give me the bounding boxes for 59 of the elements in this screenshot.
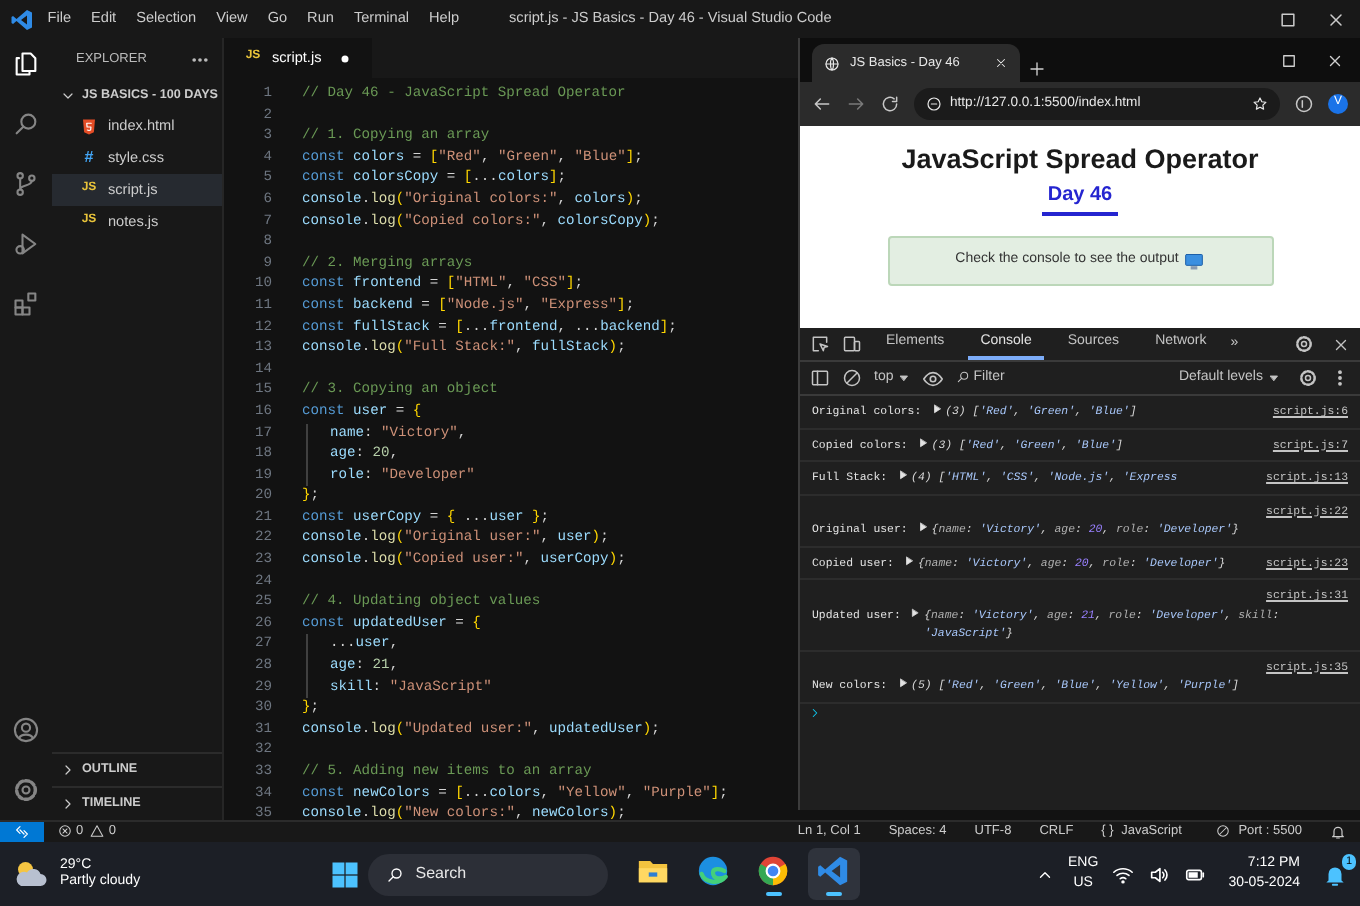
start-icon[interactable] — [329, 859, 360, 889]
error-icon — [58, 824, 72, 839]
expand-triangle-icon[interactable] — [910, 607, 921, 617]
filter-search-icon[interactable] — [955, 370, 970, 385]
expand-triangle-icon[interactable] — [917, 437, 928, 447]
page-subheading: Day 46 — [1041, 184, 1119, 217]
browser-icon — [696, 853, 731, 887]
extension-icon[interactable] — [1294, 94, 1314, 114]
search-field[interactable]: Search — [415, 864, 590, 884]
caret-icon — [897, 371, 910, 384]
css-file-icon: # — [80, 148, 98, 168]
sidebar-icon[interactable] — [810, 368, 830, 388]
caret-icon — [1267, 371, 1279, 384]
expand-triangle-icon[interactable] — [903, 555, 914, 565]
page-heading: JavaScript Spread Operator — [901, 144, 1259, 177]
bell-icon[interactable] — [1322, 861, 1348, 887]
site-info-icon — [926, 96, 942, 112]
monitor-icon — [1184, 251, 1205, 272]
settings-icon[interactable] — [12, 776, 40, 804]
html-file-icon — [80, 117, 98, 135]
expand-triangle-icon[interactable] — [931, 404, 942, 414]
remote-button[interactable] — [0, 822, 44, 842]
code-editor-icon — [816, 853, 851, 887]
wifi-icon[interactable] — [1112, 863, 1135, 885]
weather-icon — [12, 856, 48, 892]
search-icon[interactable] — [385, 865, 404, 883]
app-logo-icon — [10, 7, 34, 31]
eye-icon[interactable] — [921, 367, 944, 389]
unsaved-dot-icon[interactable] — [338, 51, 353, 65]
taskbar-app-button[interactable] — [807, 848, 860, 900]
close-icon[interactable] — [1326, 9, 1346, 29]
globe-icon — [824, 55, 840, 71]
reload-icon[interactable] — [880, 94, 900, 114]
device-icon[interactable] — [842, 334, 862, 354]
run-debug-icon[interactable] — [12, 230, 40, 258]
remote-icon — [14, 824, 30, 840]
prompt-chevron-icon — [807, 706, 821, 721]
back-icon[interactable] — [812, 94, 832, 114]
warning-icon — [90, 824, 105, 839]
account-icon[interactable] — [12, 716, 40, 744]
close-icon[interactable] — [1326, 51, 1344, 69]
restore-icon[interactable] — [1278, 9, 1298, 29]
close-icon[interactable] — [1332, 335, 1350, 353]
bell-icon[interactable] — [1330, 824, 1346, 840]
new-tab-icon[interactable] — [1027, 60, 1045, 79]
blocked-icon — [1216, 824, 1231, 839]
expand-triangle-icon[interactable] — [917, 522, 928, 532]
files-icon[interactable] — [12, 50, 40, 78]
search-box[interactable]: Search — [367, 853, 608, 895]
bookmark-star-icon[interactable] — [1252, 96, 1268, 112]
expand-triangle-icon[interactable] — [897, 678, 908, 688]
inspect-icon[interactable] — [810, 334, 830, 354]
browser-icon — [756, 853, 791, 887]
clear-icon[interactable] — [842, 368, 862, 388]
maximize-icon[interactable] — [1280, 51, 1298, 69]
volume-icon[interactable] — [1148, 863, 1171, 885]
extensions-icon[interactable] — [12, 290, 40, 318]
branch-icon[interactable] — [12, 170, 40, 198]
expand-triangle-icon[interactable] — [897, 470, 908, 480]
